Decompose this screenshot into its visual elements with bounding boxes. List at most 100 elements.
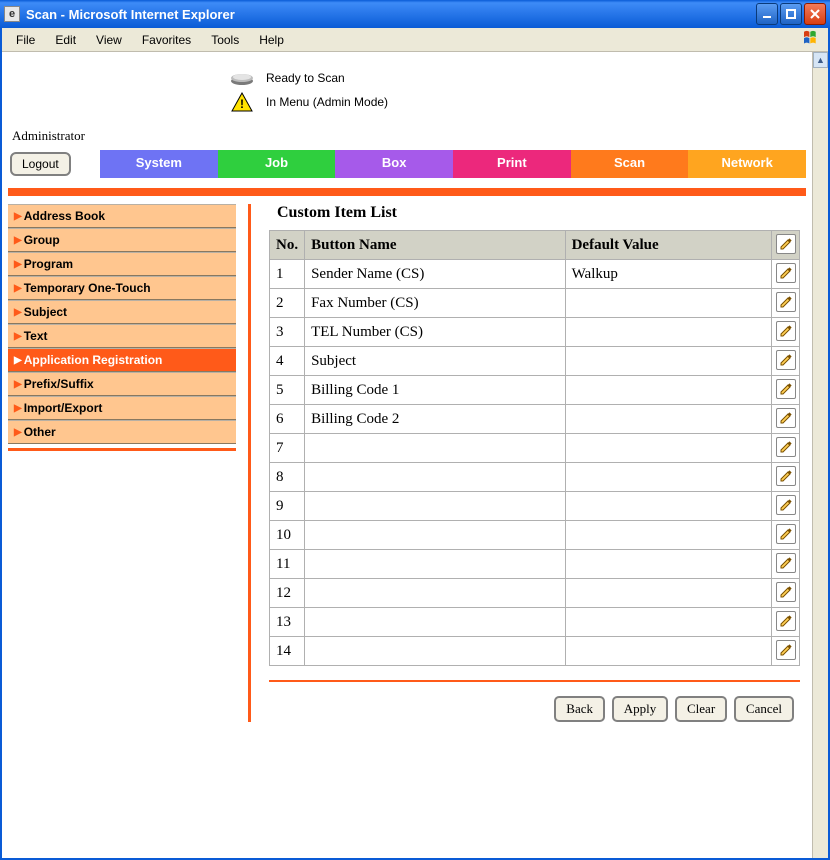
col-value: Default Value [565, 231, 771, 260]
edit-row-button[interactable] [776, 495, 796, 515]
cell-edit [772, 260, 800, 289]
edit-row-button[interactable] [776, 640, 796, 660]
menu-view[interactable]: View [86, 30, 132, 50]
tab-print[interactable]: Print [453, 150, 571, 178]
table-row: 7 [270, 434, 800, 463]
cell-default-value [565, 550, 771, 579]
window-title: Scan - Microsoft Internet Explorer [26, 7, 756, 22]
menu-favorites[interactable]: Favorites [132, 30, 201, 50]
cell-default-value [565, 608, 771, 637]
tab-network[interactable]: Network [688, 150, 806, 178]
menu-help[interactable]: Help [249, 30, 294, 50]
edit-row-button[interactable] [776, 611, 796, 631]
triangle-icon: ▶ [14, 403, 22, 414]
edit-row-button[interactable] [776, 466, 796, 486]
table-row: 8 [270, 463, 800, 492]
edit-row-button[interactable] [776, 263, 796, 283]
edit-row-button[interactable] [776, 408, 796, 428]
edit-row-button[interactable] [776, 524, 796, 544]
cell-edit [772, 579, 800, 608]
cell-button-name [305, 521, 565, 550]
cell-button-name: Billing Code 2 [305, 405, 565, 434]
sidebar-item-text[interactable]: ▶Text [8, 324, 236, 348]
table-row: 12 [270, 579, 800, 608]
minimize-button[interactable] [756, 3, 778, 25]
logout-button[interactable]: Logout [10, 152, 71, 176]
sidebar-underline [8, 448, 236, 451]
cell-edit [772, 550, 800, 579]
vertical-scrollbar[interactable]: ▲ [812, 52, 828, 858]
cell-edit [772, 637, 800, 666]
cell-no: 10 [270, 521, 305, 550]
cell-no: 14 [270, 637, 305, 666]
cell-button-name: Fax Number (CS) [305, 289, 565, 318]
cell-default-value [565, 492, 771, 521]
cell-no: 6 [270, 405, 305, 434]
sidebar-item-import-export[interactable]: ▶Import/Export [8, 396, 236, 420]
edit-row-button[interactable] [776, 292, 796, 312]
close-button[interactable] [804, 3, 826, 25]
cell-no: 4 [270, 347, 305, 376]
sidebar-item-prefix-suffix[interactable]: ▶Prefix/Suffix [8, 372, 236, 396]
edit-row-button[interactable] [776, 350, 796, 370]
edit-row-button[interactable] [776, 582, 796, 602]
sidebar-item-label: Other [24, 425, 56, 439]
cell-edit [772, 492, 800, 521]
cell-edit [772, 608, 800, 637]
cell-default-value [565, 434, 771, 463]
section-title: Custom Item List [277, 204, 800, 222]
scanner-icon [228, 68, 256, 88]
clear-button[interactable]: Clear [675, 696, 727, 722]
divider-bar [8, 188, 806, 196]
cell-edit [772, 289, 800, 318]
tab-job[interactable]: Job [218, 150, 336, 178]
menu-file[interactable]: File [6, 30, 45, 50]
menu-tools[interactable]: Tools [201, 30, 249, 50]
table-row: 11 [270, 550, 800, 579]
sidebar-item-address-book[interactable]: ▶Address Book [8, 204, 236, 228]
sidebar-item-label: Application Registration [24, 353, 163, 367]
tab-system[interactable]: System [100, 150, 218, 178]
edit-header-button[interactable] [776, 234, 796, 254]
cell-default-value [565, 289, 771, 318]
sidebar-item-subject[interactable]: ▶Subject [8, 300, 236, 324]
triangle-icon: ▶ [14, 259, 22, 270]
table-row: 2Fax Number (CS) [270, 289, 800, 318]
table-row: 13 [270, 608, 800, 637]
col-edit [772, 231, 800, 260]
edit-row-button[interactable] [776, 437, 796, 457]
cell-default-value [565, 347, 771, 376]
sidebar-item-application-registration[interactable]: ▶Application Registration [8, 348, 236, 372]
cell-no: 8 [270, 463, 305, 492]
svg-text:!: ! [240, 97, 244, 111]
tab-scan[interactable]: Scan [571, 150, 689, 178]
cell-no: 7 [270, 434, 305, 463]
back-button[interactable]: Back [554, 696, 605, 722]
vertical-divider [248, 204, 251, 722]
menu-edit[interactable]: Edit [45, 30, 86, 50]
sidebar-item-other[interactable]: ▶Other [8, 420, 236, 444]
triangle-icon: ▶ [14, 379, 22, 390]
table-row: 14 [270, 637, 800, 666]
cell-default-value [565, 521, 771, 550]
sidebar-item-program[interactable]: ▶Program [8, 252, 236, 276]
triangle-icon: ▶ [14, 235, 22, 246]
tab-box[interactable]: Box [335, 150, 453, 178]
cell-no: 9 [270, 492, 305, 521]
edit-row-button[interactable] [776, 321, 796, 341]
sidebar-item-group[interactable]: ▶Group [8, 228, 236, 252]
sidebar-item-label: Subject [24, 305, 67, 319]
maximize-button[interactable] [780, 3, 802, 25]
triangle-icon: ▶ [14, 331, 22, 342]
cell-no: 3 [270, 318, 305, 347]
scroll-up-button[interactable]: ▲ [813, 52, 828, 68]
cell-edit [772, 347, 800, 376]
window-titlebar: e Scan - Microsoft Internet Explorer [0, 0, 830, 28]
sidebar-item-temporary-one-touch[interactable]: ▶Temporary One-Touch [8, 276, 236, 300]
cell-button-name [305, 637, 565, 666]
edit-row-button[interactable] [776, 553, 796, 573]
cancel-button[interactable]: Cancel [734, 696, 794, 722]
apply-button[interactable]: Apply [612, 696, 669, 722]
edit-row-button[interactable] [776, 379, 796, 399]
ie-icon: e [4, 6, 20, 22]
